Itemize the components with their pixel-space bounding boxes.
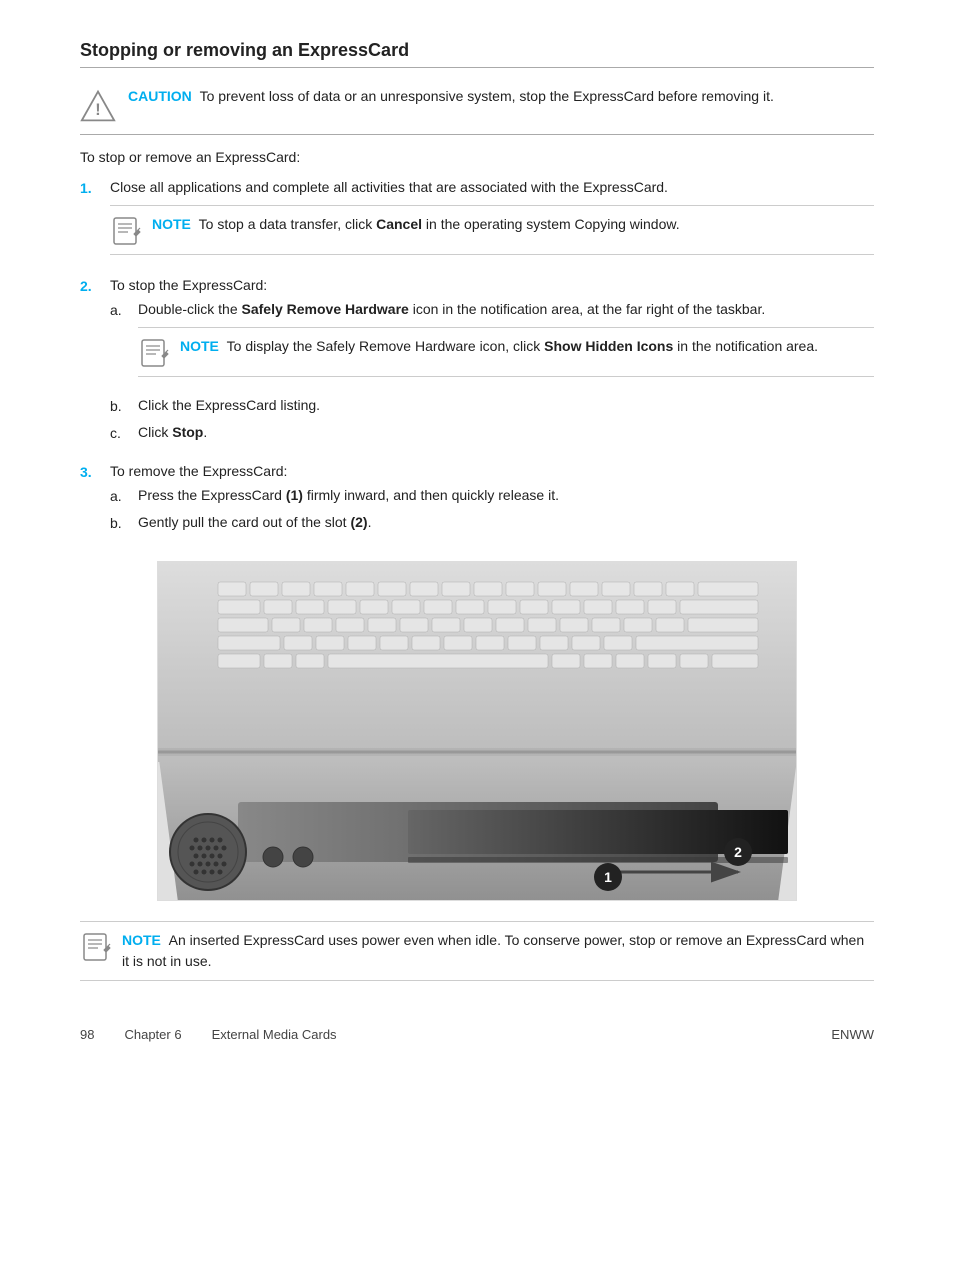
step-3b: b. Gently pull the card out of the slot … (110, 514, 874, 531)
step-3-content: To remove the ExpressCard: a. Press the … (110, 463, 874, 541)
svg-text:2: 2 (734, 844, 742, 860)
section-title: Stopping or removing an ExpressCard (80, 40, 874, 68)
svg-text:1: 1 (604, 869, 612, 885)
step-3-num: 3. (80, 463, 100, 480)
footer-chapter-title: External Media Cards (212, 1027, 337, 1042)
caution-text: CAUTION To prevent loss of data or an un… (128, 86, 774, 107)
step-2a-content: Double-click the Safely Remove Hardware … (138, 301, 874, 387)
step-1-note-text: NOTE To stop a data transfer, click Canc… (152, 214, 680, 235)
step-1-num: 1. (80, 179, 100, 196)
footer-chapter: Chapter 6 (124, 1027, 181, 1042)
caution-box: ! CAUTION To prevent loss of data or an … (80, 76, 874, 135)
intro-text: To stop or remove an ExpressCard: (80, 149, 874, 165)
footer-edition: ENWW (831, 1027, 874, 1042)
step-2b-content: Click the ExpressCard listing. (138, 397, 874, 413)
step-2a-note-text: NOTE To display the Safely Remove Hardwa… (180, 336, 818, 357)
step-3b-label: b. (110, 514, 128, 531)
step-2a-label: a. (110, 301, 128, 318)
step-3a: a. Press the ExpressCard (1) firmly inwa… (110, 487, 874, 504)
step-2-num: 2. (80, 277, 100, 294)
step-3b-content: Gently pull the card out of the slot (2)… (138, 514, 874, 530)
step-3a-content: Press the ExpressCard (1) firmly inward,… (138, 487, 874, 503)
step-1-content: Close all applications and complete all … (110, 179, 874, 265)
step-3-sublist: a. Press the ExpressCard (1) firmly inwa… (110, 487, 874, 531)
step-2c-content: Click Stop. (138, 424, 874, 440)
step-2-text: To stop the ExpressCard: (110, 277, 267, 293)
note-icon-2a (138, 336, 170, 368)
main-steps-list: 1. Close all applications and complete a… (80, 179, 874, 541)
caution-triangle-icon: ! (80, 88, 116, 124)
step-1-text: Close all applications and complete all … (110, 179, 668, 195)
caution-body: To prevent loss of data or an unresponsi… (200, 88, 774, 104)
note-label-1: NOTE (152, 216, 191, 232)
laptop-svg: 1 2 (158, 562, 797, 901)
step-2a-note: NOTE To display the Safely Remove Hardwa… (138, 327, 874, 377)
laptop-image: 1 2 (157, 561, 797, 901)
bottom-note: NOTE An inserted ExpressCard uses power … (80, 921, 874, 981)
footer-page-num: 98 (80, 1027, 94, 1042)
note-label-2a: NOTE (180, 338, 219, 354)
step-2: 2. To stop the ExpressCard: a. Double-cl… (80, 277, 874, 451)
bottom-note-label: NOTE (122, 932, 161, 948)
step-1: 1. Close all applications and complete a… (80, 179, 874, 265)
svg-text:!: ! (95, 101, 100, 119)
footer-left: 98 Chapter 6 External Media Cards (80, 1027, 337, 1042)
step-3: 3. To remove the ExpressCard: a. Press t… (80, 463, 874, 541)
note-icon-1 (110, 214, 142, 246)
step-3-text: To remove the ExpressCard: (110, 463, 287, 479)
page-footer: 98 Chapter 6 External Media Cards ENWW (80, 1021, 874, 1042)
note-icon-bottom (80, 930, 112, 962)
caution-label: CAUTION (128, 88, 192, 104)
step-2-sublist: a. Double-click the Safely Remove Hardwa… (110, 301, 874, 441)
bottom-note-text: NOTE An inserted ExpressCard uses power … (122, 930, 874, 972)
step-2b: b. Click the ExpressCard listing. (110, 397, 874, 414)
step-3a-label: a. (110, 487, 128, 504)
step-2-content: To stop the ExpressCard: a. Double-click… (110, 277, 874, 451)
step-2c-label: c. (110, 424, 128, 441)
step-2b-label: b. (110, 397, 128, 414)
step-2c: c. Click Stop. (110, 424, 874, 441)
step-1-note: NOTE To stop a data transfer, click Canc… (110, 205, 874, 255)
step-2a: a. Double-click the Safely Remove Hardwa… (110, 301, 874, 387)
